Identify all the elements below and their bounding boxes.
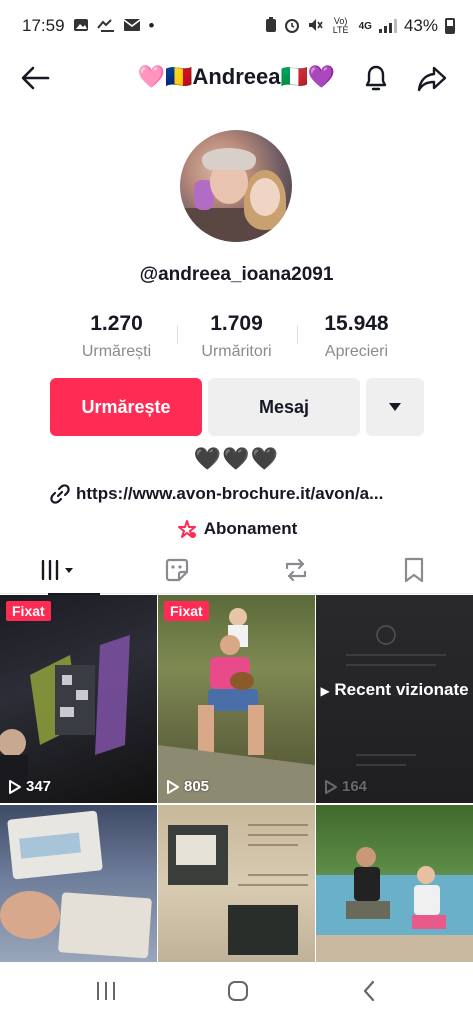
avatar[interactable] (180, 130, 292, 242)
view-count-text: 347 (26, 778, 52, 795)
signal-icon (378, 19, 397, 33)
bio-link-text: https://www.avon-brochure.it/avon/a... (76, 484, 384, 503)
tab-favorites[interactable] (355, 546, 473, 594)
view-count-text: 164 (342, 778, 368, 795)
tab-videos[interactable] (0, 546, 118, 595)
followers-stat[interactable]: 1.709 Urmăritori (176, 310, 297, 364)
video-thumbnail[interactable]: ▶ Recent vizionate 164 (316, 595, 473, 803)
play-icon (9, 779, 21, 794)
pinned-badge: Fixat (6, 601, 51, 621)
top-nav: 🩷🇷🇴Andreea🇮🇹💜 (0, 52, 473, 104)
more-options-button[interactable] (366, 378, 424, 436)
battery-saver-icon (265, 16, 277, 36)
battery-percent: 43% (403, 16, 438, 35)
bell-icon (365, 65, 387, 91)
following-stat[interactable]: 1.270 Urmărești (57, 310, 177, 364)
following-count: 1.270 (90, 312, 143, 335)
likes-label: Aprecieri (324, 343, 389, 360)
bio-link[interactable]: https://www.avon-brochure.it/avon/a... (50, 484, 430, 504)
likes-count: 15.948 (324, 312, 389, 335)
tab-stickers[interactable] (118, 546, 236, 594)
bookmark-icon (404, 557, 423, 583)
volte-indicator: Vo) LTE (332, 16, 349, 35)
videos-grid-icon (41, 560, 74, 580)
profile-tabs (0, 546, 473, 595)
subscription-label: Abonament (203, 519, 298, 538)
followers-label: Urmăritori (201, 343, 272, 360)
chevron-left-icon (363, 980, 374, 1001)
link-icon (50, 484, 70, 504)
view-count: 805 (166, 778, 209, 795)
video-thumbnail[interactable] (158, 805, 315, 965)
page-title: 🩷🇷🇴Andreea🇮🇹💜 (137, 64, 336, 89)
home-button[interactable] (226, 979, 250, 1008)
profile-actions: Urmărește Mesaj (50, 378, 424, 436)
video-thumbnail[interactable]: Fixat 347 (0, 595, 157, 803)
header-title-wrapper: 🩷🇷🇴Andreea🇮🇹💜 (0, 64, 473, 90)
system-nav-bar (0, 962, 473, 1024)
caret-down-icon (389, 403, 401, 411)
back-button[interactable] (18, 62, 54, 94)
pinned-badge: Fixat (164, 601, 209, 621)
repost-icon (285, 558, 306, 582)
arrow-left-icon (21, 66, 50, 90)
username: @andreea_ioana2091 (139, 264, 334, 285)
notification-dot: • (148, 16, 155, 35)
play-icon (167, 779, 179, 794)
video-grid: Fixat 347 Fixat 805 ▶ Recent vizionate 1… (0, 595, 473, 965)
play-icon (325, 779, 337, 794)
recently-viewed-label: ▶ Recent vizionate (320, 680, 469, 699)
network-type: 4G (358, 20, 372, 32)
mute-icon (307, 17, 323, 36)
system-back-button[interactable] (359, 979, 379, 1008)
profile-stats: 1.270 Urmărești 1.709 Urmăritori 15.948 … (0, 310, 473, 364)
sticker-icon (166, 558, 189, 582)
view-count: 164 (324, 778, 367, 795)
subscription-button[interactable]: Abonament (0, 518, 473, 540)
recent-apps-button[interactable] (94, 980, 118, 1007)
alarm-icon (284, 17, 300, 36)
recently-viewed-text: Recent vizionate (334, 680, 469, 699)
thumbnail-image (158, 608, 315, 803)
notifications-button[interactable] (358, 60, 394, 96)
likes-stat: 15.948 Aprecieri (296, 310, 417, 364)
thumbnail-image (0, 810, 152, 959)
followers-count: 1.709 (210, 312, 263, 335)
video-thumbnail[interactable] (0, 805, 157, 965)
message-button[interactable]: Mesaj (208, 378, 360, 436)
thumbnail-image (316, 847, 473, 965)
status-time: 17:59 (22, 16, 65, 35)
bio: 🖤🖤🖤 (193, 446, 280, 471)
view-count: 347 (8, 778, 51, 795)
status-bar: 17:59 • Vo) LTE 4G 43% (0, 0, 473, 52)
video-thumbnail[interactable]: Fixat 805 (158, 595, 315, 803)
gallery-icon (73, 17, 89, 36)
subscription-star-icon (177, 520, 196, 538)
thumbnail-image (0, 635, 130, 803)
home-icon (228, 980, 249, 1001)
recent-apps-icon (97, 981, 116, 1000)
tab-reposts[interactable] (237, 546, 355, 594)
follow-button[interactable]: Urmărește (50, 378, 202, 436)
view-count-text: 805 (184, 778, 210, 795)
share-arrow-icon (417, 66, 447, 92)
battery-icon (445, 18, 455, 34)
share-button[interactable] (414, 60, 450, 96)
following-label: Urmărești (81, 343, 152, 360)
mail-icon (123, 18, 141, 35)
thumbnail-image (168, 824, 308, 955)
missed-call-icon (96, 18, 115, 35)
video-thumbnail[interactable] (316, 805, 473, 965)
